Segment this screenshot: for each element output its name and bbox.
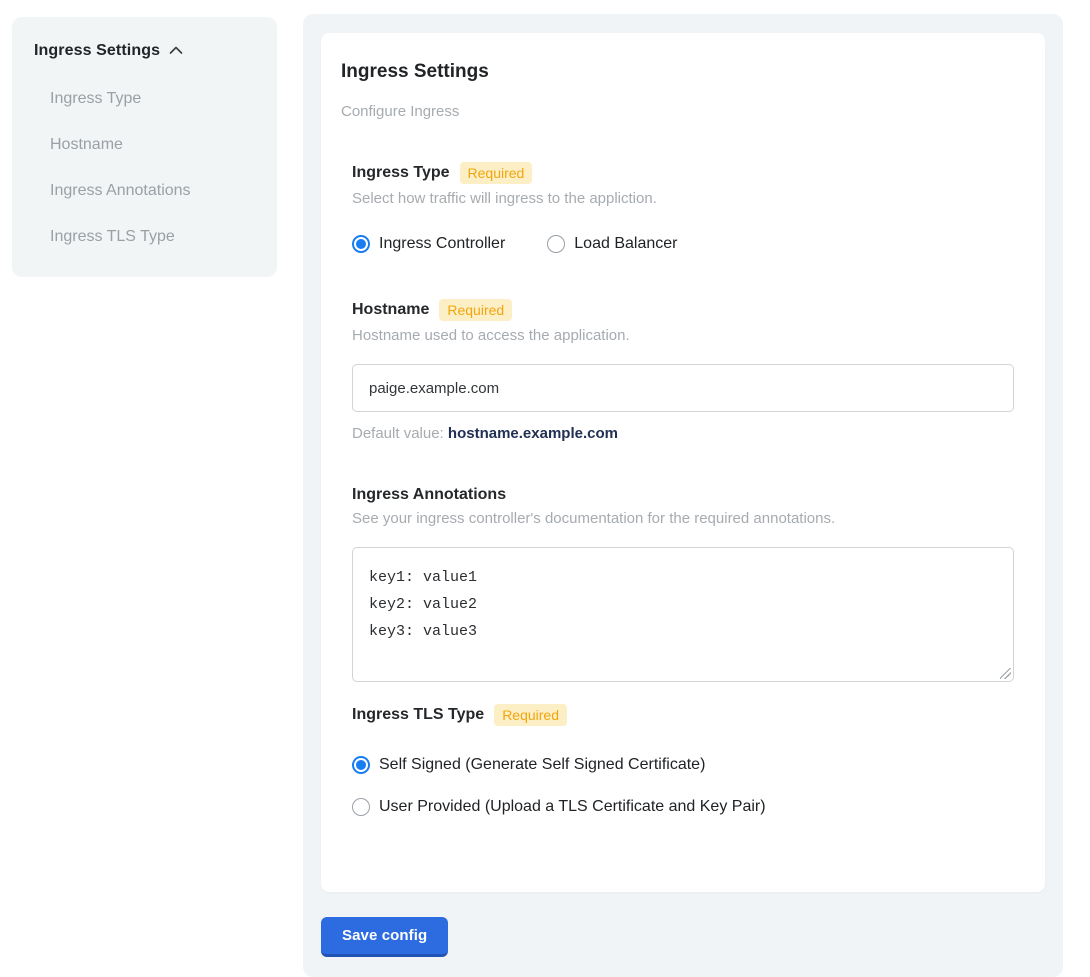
radio-label-user-provided: User Provided (Upload a TLS Certificate … — [379, 798, 766, 816]
sidebar-nav: Ingress Type Hostname Ingress Annotation… — [34, 91, 257, 245]
required-badge: Required — [494, 704, 567, 726]
sidebar-item-hostname[interactable]: Hostname — [34, 137, 257, 153]
annotations-textarea-wrap: key1: value1 key2: value2 key3: value3 — [352, 547, 1014, 682]
radio-selected-icon[interactable] — [352, 756, 370, 774]
sidebar-item-ingress-annotations[interactable]: Ingress Annotations — [34, 183, 257, 199]
radio-option-ingress-controller[interactable]: Ingress Controller — [352, 235, 505, 253]
field-ingress-type: Ingress Type Required Select how traffic… — [352, 162, 1014, 253]
field-head-ingress-annotations: Ingress Annotations — [352, 486, 1014, 504]
hostname-description: Hostname used to access the application. — [352, 327, 1014, 344]
ingress-tls-type-label: Ingress TLS Type — [352, 706, 484, 724]
hostname-default-line: Default value: hostname.example.com — [352, 425, 1014, 442]
radio-selected-icon[interactable] — [352, 235, 370, 253]
radio-label-load-balancer: Load Balancer — [574, 235, 677, 253]
card-title: Ingress Settings — [341, 61, 1025, 83]
page: Ingress Settings Ingress Type Hostname I… — [0, 0, 1090, 977]
settings-panel: Ingress Settings Configure Ingress Ingre… — [303, 14, 1063, 977]
field-head-hostname: Hostname Required — [352, 299, 1014, 321]
hostname-input[interactable] — [352, 364, 1014, 412]
field-head-ingress-type: Ingress Type Required — [352, 162, 1014, 184]
ingress-annotations-description: See your ingress controller's documentat… — [352, 510, 1014, 527]
radio-unselected-icon[interactable] — [547, 235, 565, 253]
default-value-text: hostname.example.com — [448, 425, 618, 442]
chevron-up-icon[interactable] — [168, 43, 184, 61]
ingress-type-radio-group: Ingress Controller Load Balancer — [352, 235, 1014, 253]
field-ingress-tls-type: Ingress TLS Type Required Self Signed (G… — [352, 704, 1014, 816]
ingress-type-label: Ingress Type — [352, 164, 450, 182]
required-badge: Required — [439, 299, 512, 321]
save-config-button[interactable]: Save config — [321, 917, 448, 957]
radio-option-load-balancer[interactable]: Load Balancer — [547, 235, 677, 253]
radio-option-user-provided[interactable]: User Provided (Upload a TLS Certificate … — [352, 798, 1014, 816]
sidebar-group-title: Ingress Settings — [34, 42, 160, 60]
radio-label-self-signed: Self Signed (Generate Self Signed Certif… — [379, 756, 705, 774]
card-subtitle: Configure Ingress — [341, 103, 1025, 120]
textarea-resize-handle[interactable] — [1000, 668, 1011, 679]
sidebar: Ingress Settings Ingress Type Hostname I… — [12, 17, 277, 277]
annotations-textarea[interactable]: key1: value1 key2: value2 key3: value3 — [352, 547, 1014, 682]
sidebar-group-ingress-settings[interactable]: Ingress Settings — [34, 41, 257, 61]
field-head-ingress-tls-type: Ingress TLS Type Required — [352, 704, 1014, 726]
default-value-prefix: Default value: — [352, 425, 444, 442]
radio-option-self-signed[interactable]: Self Signed (Generate Self Signed Certif… — [352, 756, 1014, 774]
sidebar-item-ingress-type[interactable]: Ingress Type — [34, 91, 257, 107]
hostname-label: Hostname — [352, 301, 429, 319]
radio-unselected-icon[interactable] — [352, 798, 370, 816]
sidebar-item-ingress-tls-type[interactable]: Ingress TLS Type — [34, 229, 257, 245]
radio-label-ingress-controller: Ingress Controller — [379, 235, 505, 253]
ingress-annotations-label: Ingress Annotations — [352, 486, 506, 504]
ingress-settings-card: Ingress Settings Configure Ingress Ingre… — [321, 33, 1045, 892]
ingress-type-description: Select how traffic will ingress to the a… — [352, 190, 1014, 207]
field-ingress-annotations: Ingress Annotations See your ingress con… — [352, 486, 1014, 682]
required-badge: Required — [460, 162, 533, 184]
field-hostname: Hostname Required Hostname used to acces… — [352, 299, 1014, 442]
